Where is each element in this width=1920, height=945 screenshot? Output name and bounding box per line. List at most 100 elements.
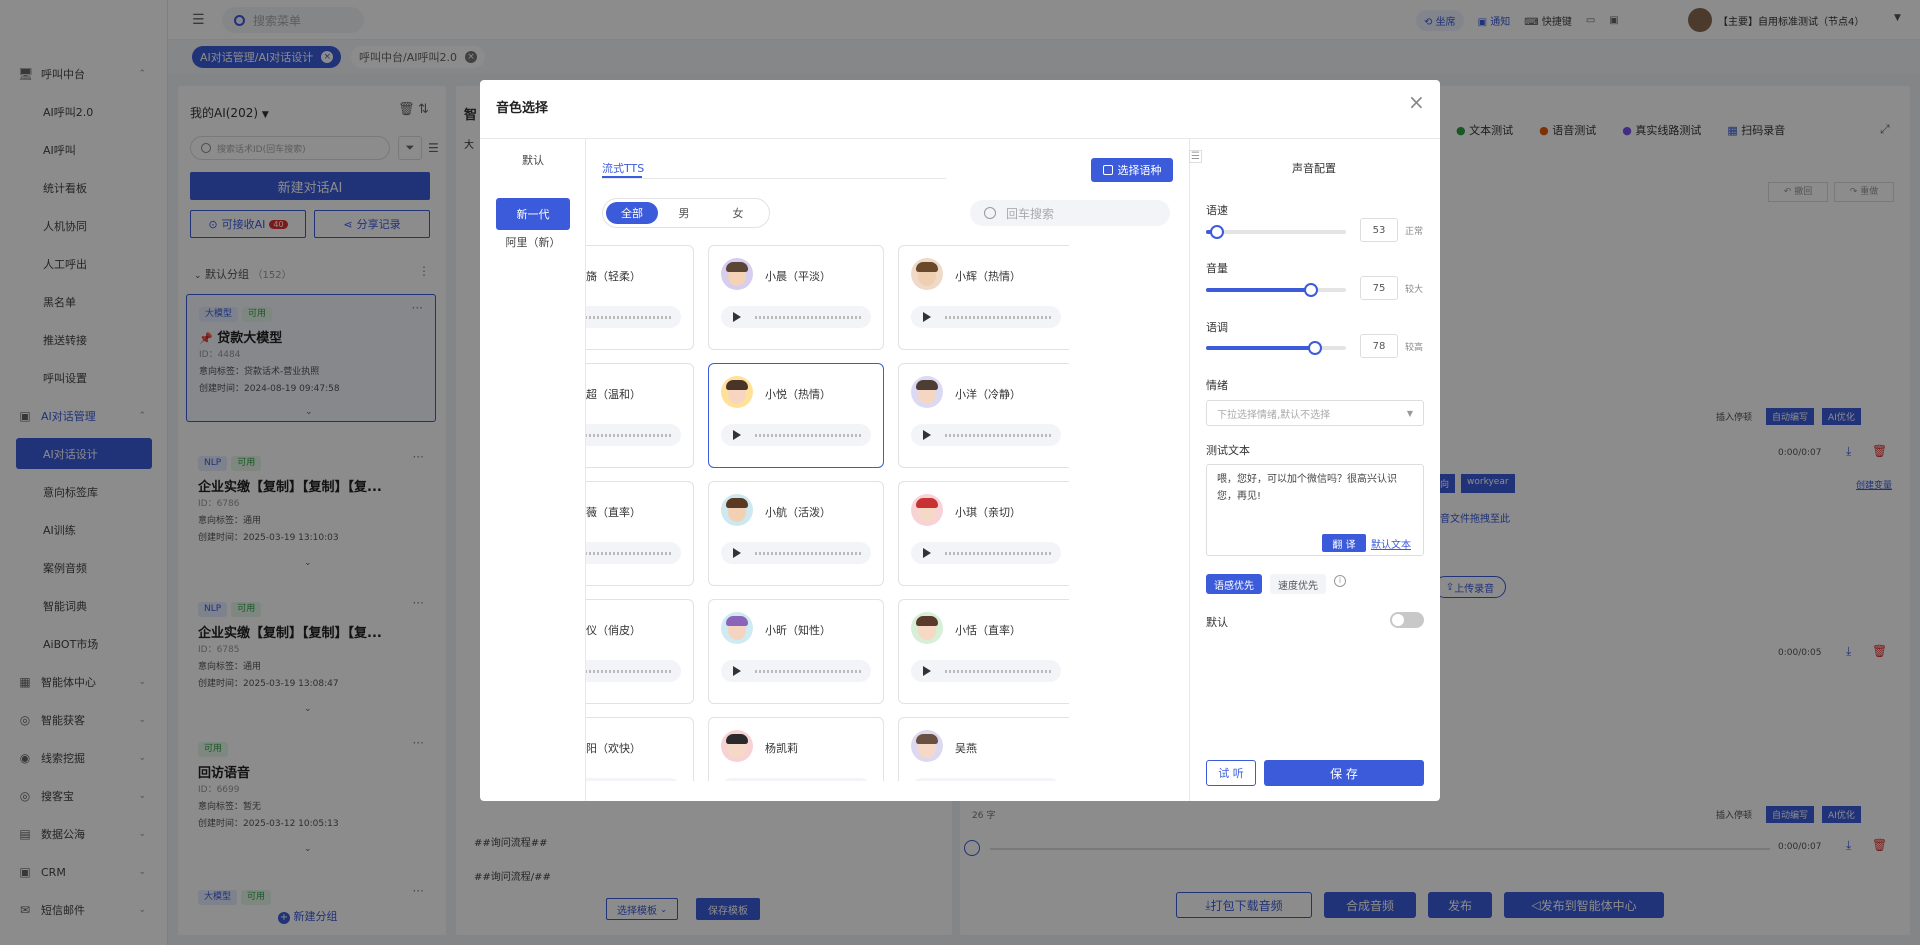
voice-player[interactable] — [911, 660, 1061, 682]
voice-player[interactable] — [721, 424, 871, 446]
default-text-link[interactable]: 默认文本 — [1371, 536, 1411, 551]
waveform — [755, 552, 863, 555]
voice-player[interactable] — [586, 660, 681, 682]
info-icon[interactable]: i — [1334, 575, 1346, 587]
collapse-icon[interactable]: ☰ — [1189, 150, 1202, 163]
waveform — [945, 552, 1053, 555]
waveform — [586, 552, 673, 555]
voice-avatar — [721, 494, 753, 526]
voice-grid-mask — [586, 781, 1069, 801]
pitch-desc: 较高 — [1405, 343, 1424, 353]
voice-card[interactable]: 小薇（直率） — [586, 481, 694, 586]
voice-name: 小晨（平淡） — [765, 270, 831, 283]
voice-name: 杨凯莉 — [765, 742, 798, 755]
voice-card[interactable]: 小航（活泼） — [708, 481, 884, 586]
waveform — [755, 316, 863, 319]
voice-name: 小琪（亲切） — [955, 506, 1021, 519]
voice-name: 小洋（冷静） — [955, 388, 1021, 401]
voice-player[interactable] — [911, 542, 1061, 564]
save-button[interactable]: 保 存 — [1264, 760, 1424, 786]
language-icon — [1102, 165, 1113, 175]
voice-avatar — [721, 258, 753, 290]
test-text-label: 测试文本 — [1206, 444, 1250, 457]
speed-desc: 正常 — [1405, 227, 1424, 237]
play-icon[interactable] — [923, 666, 931, 676]
voice-card[interactable]: 小恬（直率） — [898, 599, 1069, 704]
voice-name: 吴燕 — [955, 742, 977, 755]
default-toggle[interactable] — [1390, 612, 1424, 628]
speed-input[interactable]: 53 — [1360, 218, 1398, 242]
voice-card[interactable]: 小昕（知性） — [708, 599, 884, 704]
play-icon[interactable] — [923, 312, 931, 322]
voice-avatar — [911, 376, 943, 408]
volume-desc: 较大 — [1405, 285, 1424, 295]
translate-button[interactable]: 翻 译 — [1322, 534, 1366, 552]
voice-card[interactable]: 小仪（俏皮） — [586, 599, 694, 704]
category-0[interactable]: 默认 — [480, 150, 586, 170]
gender-option-2[interactable]: 女 — [712, 202, 764, 224]
voice-name: 小恬（直率） — [955, 624, 1021, 637]
emotion-label: 情绪 — [1206, 379, 1228, 392]
default-label: 默认 — [1206, 616, 1228, 629]
pitch-slider[interactable] — [1206, 341, 1346, 355]
play-icon[interactable] — [923, 548, 931, 558]
voice-card[interactable]: 小洋（冷静） — [898, 363, 1069, 468]
voice-name: 小超（温和） — [586, 388, 641, 401]
category-1[interactable]: 新一代 — [496, 198, 570, 230]
voice-player[interactable] — [586, 542, 681, 564]
speed-slider[interactable] — [1206, 225, 1346, 239]
tab-row-divider — [602, 178, 946, 179]
close-icon[interactable]: × — [1408, 90, 1425, 114]
play-icon[interactable] — [733, 430, 741, 440]
voice-player[interactable] — [911, 306, 1061, 328]
voice-player[interactable] — [911, 424, 1061, 446]
volume-slider[interactable] — [1206, 283, 1346, 297]
voice-card[interactable]: 小旖（轻柔） — [586, 245, 694, 350]
chevron-down-icon: ▼ — [1406, 408, 1413, 418]
voice-grid: 小旖（轻柔） 小晨（平淡） 小辉（热情） 小超（温和） 小悦（热情） 小洋（冷静） 小薇（直… — [586, 240, 1069, 801]
listen-button[interactable]: 试 听 — [1206, 760, 1256, 786]
pitch-input[interactable]: 78 — [1360, 334, 1398, 358]
quality-first-option[interactable]: 语感优先 — [1206, 574, 1262, 594]
voice-avatar — [911, 612, 943, 644]
config-column — [1189, 139, 1190, 801]
play-icon[interactable] — [733, 312, 741, 322]
category-2[interactable]: 阿里（新） — [480, 232, 586, 252]
voice-name: 小阳（欢快） — [586, 742, 641, 755]
tab-stream-tts[interactable]: 流式TTS — [602, 160, 644, 176]
speed-first-option[interactable]: 速度优先 — [1270, 574, 1326, 594]
volume-input[interactable]: 75 — [1360, 276, 1398, 300]
voice-card[interactable]: 小超（温和） — [586, 363, 694, 468]
voice-name: 小仪（俏皮） — [586, 624, 641, 637]
voice-player[interactable] — [721, 660, 871, 682]
play-icon[interactable] — [923, 430, 931, 440]
voice-card[interactable]: 小辉（热情） — [898, 245, 1069, 350]
gender-option-0[interactable]: 全部 — [606, 202, 658, 224]
voice-avatar — [721, 612, 753, 644]
voice-player[interactable] — [721, 306, 871, 328]
waveform — [586, 316, 673, 319]
voice-player[interactable] — [721, 542, 871, 564]
voice-name: 小旖（轻柔） — [586, 270, 641, 283]
play-icon[interactable] — [733, 548, 741, 558]
emotion-select[interactable]: 下拉选择情绪,默认不选择 ▼ — [1206, 400, 1424, 426]
voice-search-input[interactable]: 回车搜索 — [970, 200, 1170, 226]
waveform — [755, 434, 863, 437]
voice-card[interactable]: 小晨（平淡） — [708, 245, 884, 350]
voice-name: 小航（活泼） — [765, 506, 831, 519]
modal-title: 音色选择 — [496, 101, 549, 116]
voice-name: 小辉（热情） — [955, 270, 1021, 283]
voice-card[interactable]: 小琪（亲切） — [898, 481, 1069, 586]
waveform — [755, 670, 863, 673]
voice-player[interactable] — [586, 424, 681, 446]
waveform — [945, 670, 1053, 673]
voice-card[interactable]: 小悦（热情） — [708, 363, 884, 468]
waveform — [586, 434, 673, 437]
modal-divider — [480, 138, 1440, 139]
voice-player[interactable] — [586, 306, 681, 328]
speed-label: 语速 — [1206, 204, 1228, 217]
play-icon[interactable] — [733, 666, 741, 676]
gender-option-1[interactable]: 男 — [658, 202, 710, 224]
volume-label: 音量 — [1206, 262, 1228, 275]
choose-language-button[interactable]: 选择语种 — [1091, 158, 1173, 182]
